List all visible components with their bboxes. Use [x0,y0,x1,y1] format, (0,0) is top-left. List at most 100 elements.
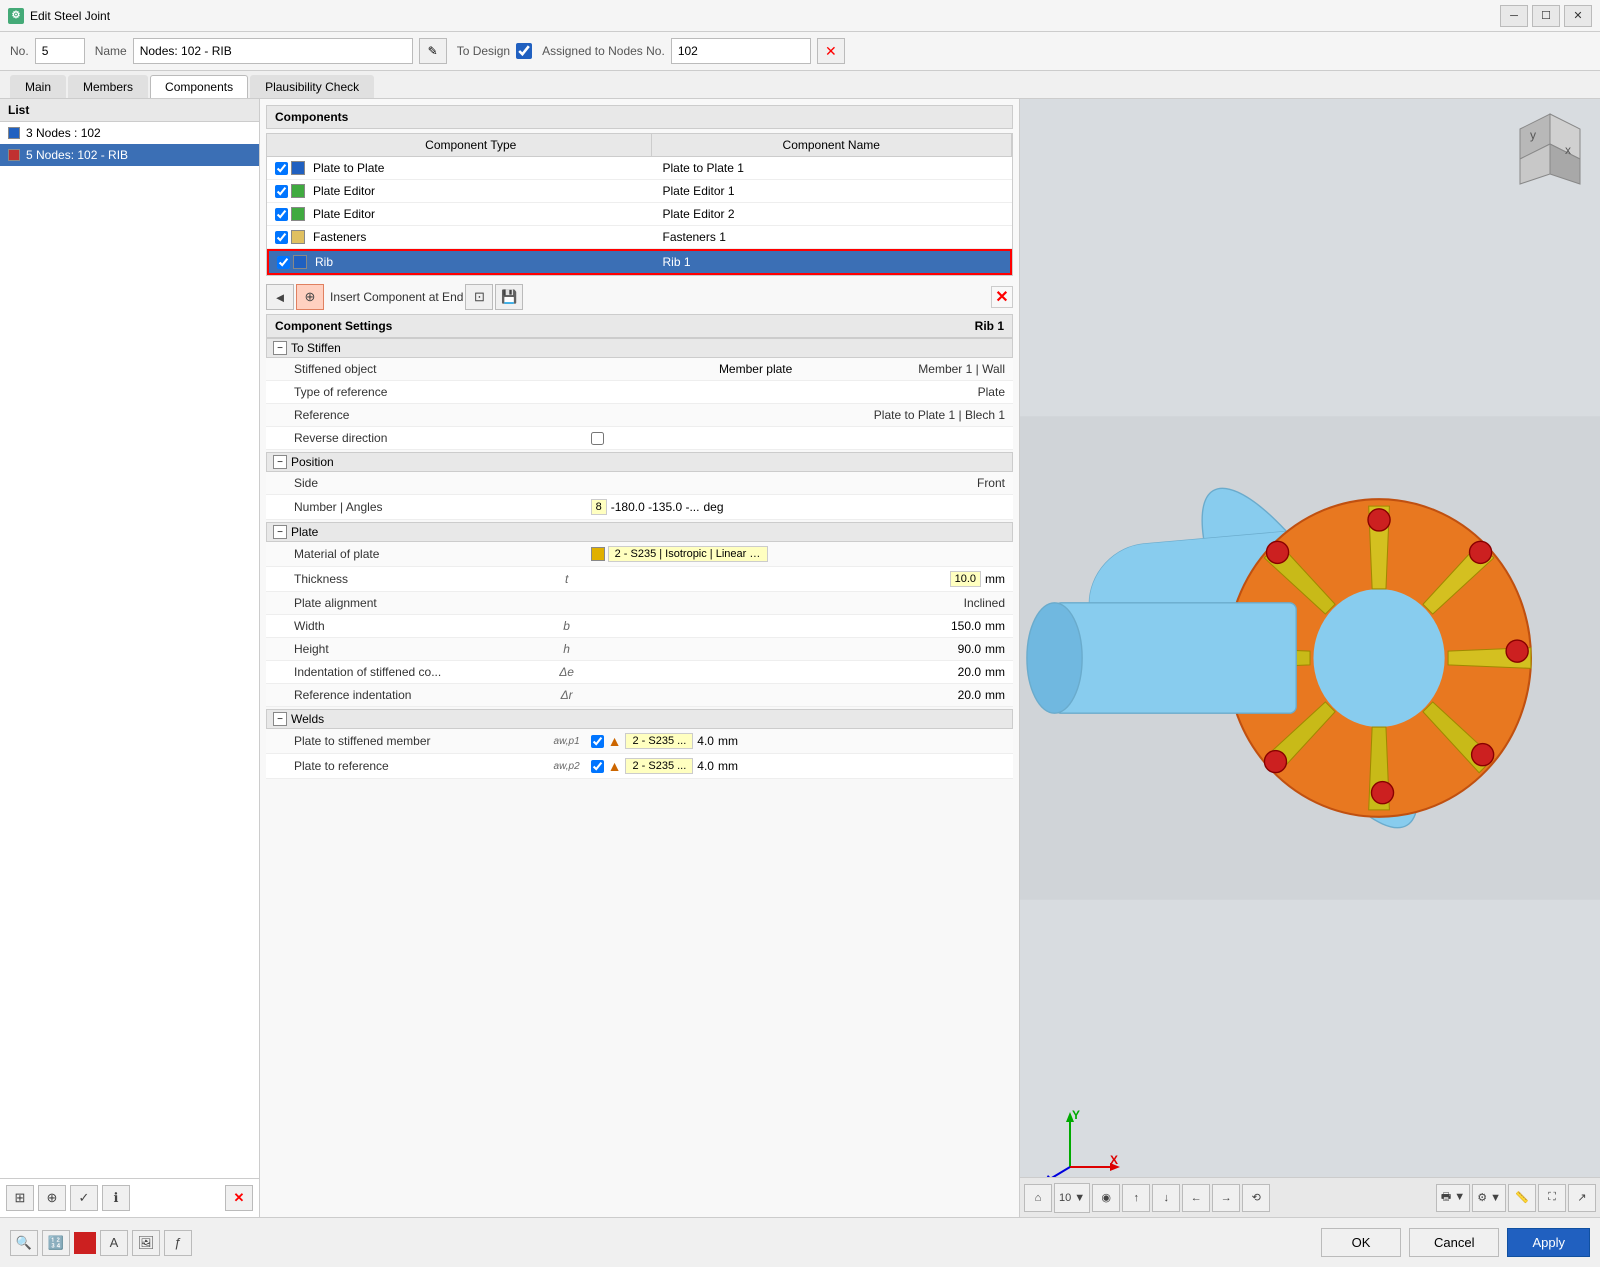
comp-name-4: Fasteners 1 [659,228,1009,246]
list-color-box-1 [8,127,20,139]
cancel-button[interactable]: Cancel [1409,1228,1499,1257]
view-3d-button[interactable]: ⟲ [1242,1184,1270,1212]
prop-angles-number[interactable]: 8 [591,499,607,515]
prop-width: Width b 150.0 mm [266,615,1013,638]
prop-weld1: Plate to stiffened member aw,p1 ▲ 2 - S2… [266,729,1013,754]
comp-check-2[interactable] [275,185,288,198]
prop-material-name: Material of plate [290,545,547,563]
list-add-button[interactable]: ⊞ [6,1185,34,1211]
title-bar: ⚙ Edit Steel Joint ─ ☐ ✕ [0,0,1600,32]
bottom-red-square[interactable] [74,1232,96,1254]
weld2-checkbox[interactable] [591,760,604,773]
nav-cube[interactable]: y x [1510,109,1590,189]
comp-check-4[interactable] [275,231,288,244]
view-zoom-in[interactable]: 10 ▼ [1055,1184,1089,1212]
comp-color-5 [293,255,307,269]
svg-text:x: x [1565,143,1571,157]
name-edit-button[interactable]: ✎ [419,38,447,64]
prop-reverse-direction: Reverse direction [266,427,1013,450]
left-panel-bottom: ⊞ ⊕ ✓ ℹ ✕ [0,1178,259,1217]
comp-row-5[interactable]: Rib Rib 1 [267,249,1012,275]
toolbar-delete-button[interactable]: ✕ [991,286,1013,308]
comp-check-3[interactable] [275,208,288,221]
view-export-button[interactable]: ↗ [1568,1184,1596,1212]
weld1-checkbox[interactable] [591,735,604,748]
prop-height-num: 90.0 [958,642,981,656]
prop-stiffened-object-name: Stiffened object [290,360,544,378]
group-to-stiffen-header[interactable]: − To Stiffen [266,338,1013,358]
maximize-button[interactable]: ☐ [1532,5,1560,27]
toolbar-save-button[interactable]: 💾 [495,284,523,310]
toolbar-row: ◄ ⊕ Insert Component at End ⊡ 💾 ✕ [260,280,1019,314]
assigned-edit-button[interactable]: ✕ [817,38,845,64]
name-input[interactable] [133,38,413,64]
collapse-plate[interactable]: − [273,525,287,539]
list-item-selected[interactable]: 5 Nodes: 102 - RIB [0,144,259,166]
left-panel: List 3 Nodes : 102 5 Nodes: 102 - RIB ⊞ … [0,99,260,1217]
prop-side-name: Side [290,474,547,492]
group-plate-header[interactable]: − Plate [266,522,1013,542]
prop-thickness-num[interactable]: 10.0 [950,571,981,587]
prop-angles-unit: deg [703,500,723,514]
bottom-left-buttons: 🔍 🔢 A 🖼 ƒ [10,1230,192,1256]
view-home-button[interactable]: ⌂ [1024,1184,1052,1212]
minimize-button[interactable]: ─ [1500,5,1528,27]
list-check-button[interactable]: ✓ [70,1185,98,1211]
comp-color-4 [291,230,305,244]
comp-check-1[interactable] [275,162,288,175]
group-welds-header[interactable]: − Welds [266,709,1013,729]
tab-plausibility[interactable]: Plausibility Check [250,75,374,98]
comp-row-2[interactable]: Plate Editor Plate Editor 1 [267,180,1012,203]
collapse-to-stiffen[interactable]: − [273,341,287,355]
assigned-input[interactable] [671,38,811,64]
group-plate: − Plate Material of plate 2 - S235 | Iso… [266,522,1013,707]
ok-button[interactable]: OK [1321,1228,1401,1257]
comp-row-4[interactable]: Fasteners Fasteners 1 [267,226,1012,249]
prop-height-symbol: h [547,642,587,656]
comp-row-3[interactable]: Plate Editor Plate Editor 2 [267,203,1012,226]
bottom-text-button[interactable]: A [100,1230,128,1256]
prop-width-symbol: b [547,619,587,633]
to-design-checkbox[interactable] [516,43,532,59]
tab-main[interactable]: Main [10,75,66,98]
apply-button[interactable]: Apply [1507,1228,1590,1257]
tabs: Main Members Components Plausibility Che… [0,71,1600,99]
comp-check-5[interactable] [277,256,290,269]
view-front-button[interactable]: ↑ [1122,1184,1150,1212]
view-right-button[interactable]: → [1212,1184,1240,1212]
bottom-formula-button[interactable]: ƒ [164,1230,192,1256]
list-delete-button[interactable]: ✕ [225,1185,253,1211]
no-input[interactable] [35,38,85,64]
bottom-image-button[interactable]: 🖼 [132,1230,160,1256]
view-back-button[interactable]: ↓ [1152,1184,1180,1212]
collapse-position[interactable]: − [273,455,287,469]
view-measure-button[interactable]: 📏 [1508,1184,1536,1212]
toolbar-export-button[interactable]: ⊡ [465,284,493,310]
tab-components[interactable]: Components [150,75,248,98]
material-color-box [591,547,605,561]
prop-indentation-num: 20.0 [958,665,981,679]
toolbar-insert-button[interactable]: ⊕ [296,284,324,310]
prop-thickness-symbol: t [547,572,587,586]
close-button[interactable]: ✕ [1564,5,1592,27]
collapse-welds[interactable]: − [273,712,287,726]
settings-title: Component Settings [275,319,392,333]
list-info-button[interactable]: ℹ [102,1185,130,1211]
prop-material-value: 2 - S235 | Isotropic | Linear Elast... [587,544,1009,564]
list-copy-button[interactable]: ⊕ [38,1185,66,1211]
assigned-group: Assigned to Nodes No. ✕ [542,38,845,64]
tab-members[interactable]: Members [68,75,148,98]
view-render-button[interactable]: ◉ [1092,1184,1120,1212]
view-full-button[interactable]: ⛶ [1538,1184,1566,1212]
bottom-calc-button[interactable]: 🔢 [42,1230,70,1256]
view-settings-button[interactable]: ⚙ ▼ [1472,1184,1506,1212]
comp-row-1[interactable]: Plate to Plate Plate to Plate 1 [267,157,1012,180]
view-left-button[interactable]: ← [1182,1184,1210,1212]
toolbar-back-button[interactable]: ◄ [266,284,294,310]
view-print-group[interactable]: 🖶 ▼ [1436,1184,1470,1212]
list-item[interactable]: 3 Nodes : 102 [0,122,259,144]
prop-reverse-checkbox[interactable] [591,432,604,445]
comp-name-3: Plate Editor 2 [659,205,1009,223]
group-position-header[interactable]: − Position [266,452,1013,472]
bottom-search-button[interactable]: 🔍 [10,1230,38,1256]
